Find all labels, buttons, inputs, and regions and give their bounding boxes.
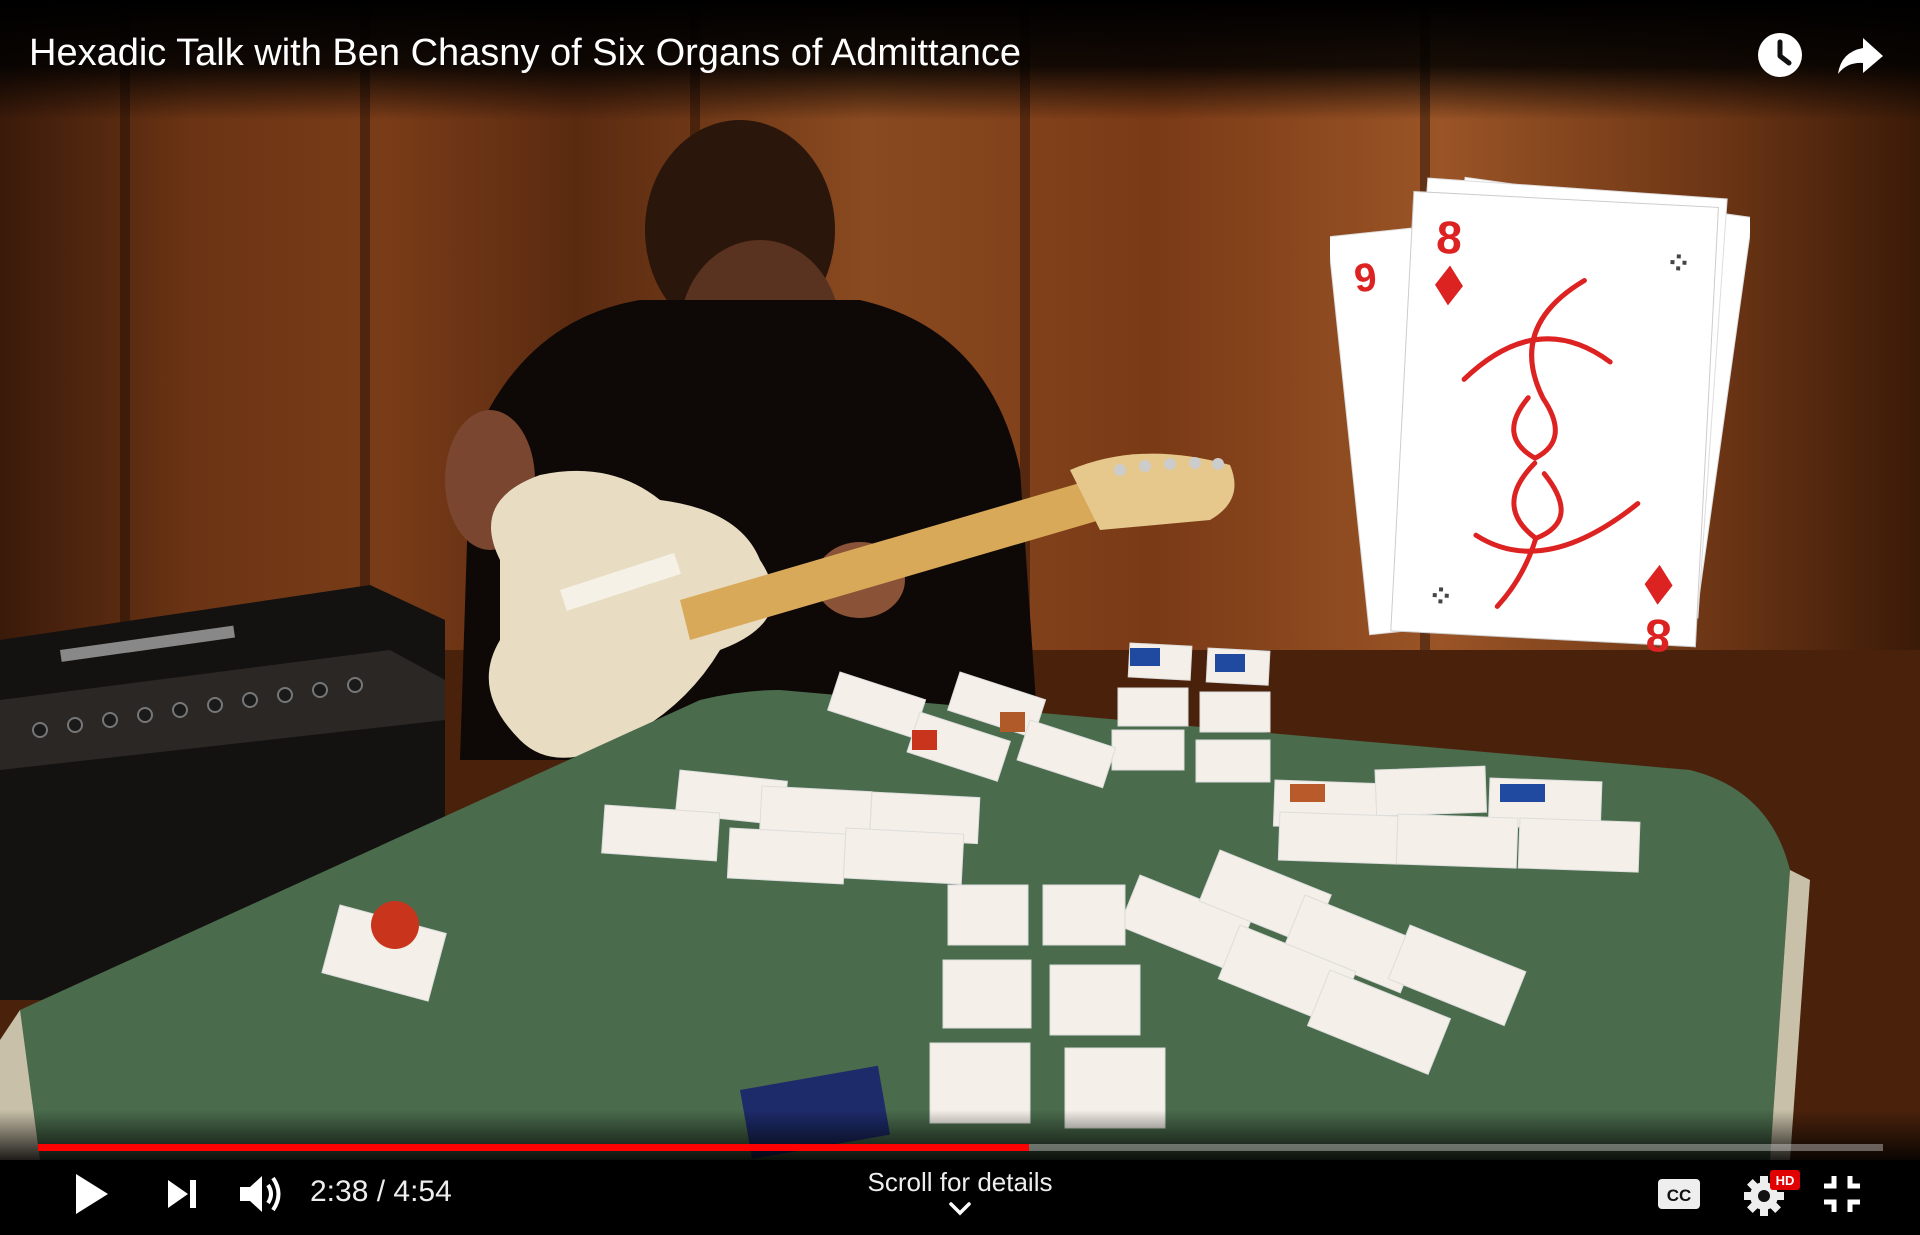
play-button[interactable] (68, 1168, 114, 1220)
bottom-gradient (0, 1110, 1920, 1160)
share-button[interactable] (1835, 30, 1885, 80)
next-button[interactable] (160, 1172, 204, 1216)
captions-button[interactable]: CC (1655, 1174, 1703, 1214)
watch-later-button[interactable] (1755, 30, 1805, 80)
card-rank-top: 8 (1435, 211, 1463, 264)
settings-icon: HD (1744, 1170, 1800, 1216)
next-icon (168, 1180, 196, 1208)
time-display: 2:38 / 4:54 (310, 1175, 452, 1208)
card-rank-bottom: 8 (1644, 609, 1672, 662)
svg-text:CC: CC (1667, 1186, 1692, 1205)
settings-button[interactable]: HD (1740, 1166, 1802, 1218)
progress-bar[interactable] (38, 1144, 1883, 1151)
progress-played (38, 1144, 1029, 1151)
volume-button[interactable] (236, 1170, 286, 1218)
video-title[interactable]: Hexadic Talk with Ben Chasny of Six Orga… (29, 28, 1021, 78)
playing-card-overlay: 9 8 8 (1330, 176, 1750, 662)
card-rank-behind: 9 (1352, 255, 1379, 301)
video-player[interactable]: 9 8 8 Hexadic Talk with Ben Chasny of Si… (0, 0, 1920, 1235)
play-icon (76, 1174, 108, 1214)
exit-fullscreen-icon (1824, 1176, 1860, 1212)
scroll-for-details[interactable]: Scroll for details (860, 1165, 1060, 1199)
hd-badge-label: HD (1776, 1173, 1795, 1188)
watch-later-icon (1758, 33, 1802, 77)
chevron-down-icon[interactable] (945, 1198, 975, 1220)
share-icon (1838, 38, 1883, 74)
captions-icon: CC (1658, 1179, 1700, 1209)
volume-icon (240, 1176, 281, 1212)
exit-fullscreen-button[interactable] (1820, 1172, 1864, 1216)
video-frame[interactable]: 9 8 8 (0, 0, 1920, 1160)
